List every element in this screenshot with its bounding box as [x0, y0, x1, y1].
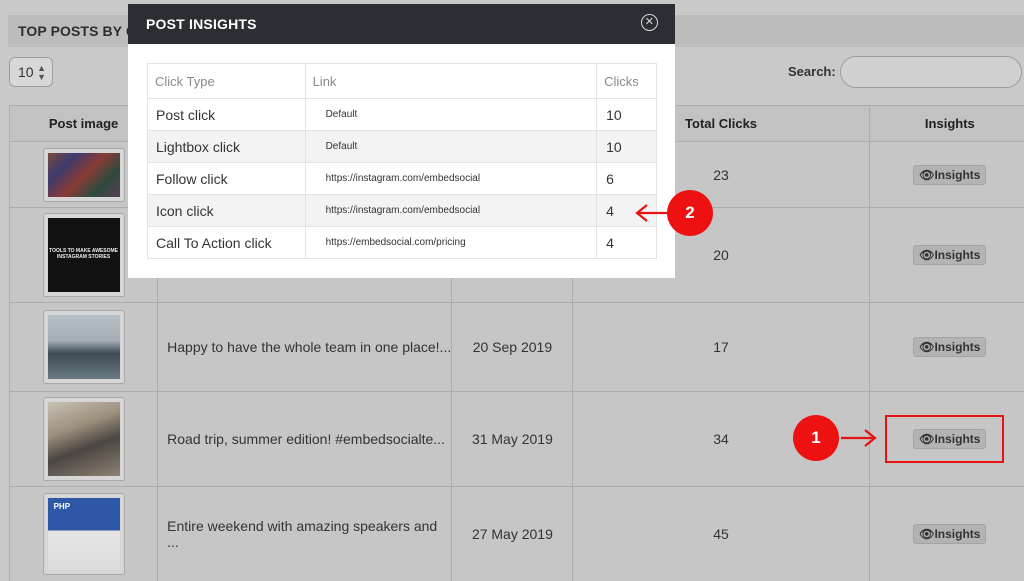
insights-button[interactable]: 👁Insights [913, 245, 987, 265]
insights-row: Post click Default 10 [147, 98, 657, 131]
post-date: 31 May 2019 [451, 391, 574, 487]
click-link: https://instagram.com/embedsocial [304, 194, 598, 227]
insights-button[interactable]: 👁Insights [913, 524, 987, 544]
post-image [47, 402, 120, 476]
click-link: https://instagram.com/embedsocial [304, 162, 598, 195]
post-image [47, 152, 120, 197]
step-2-badge: 2 [667, 190, 713, 236]
post-image-cell [8, 391, 159, 487]
eye-icon: 👁 [919, 167, 935, 182]
close-icon[interactable]: ✕ [641, 14, 658, 31]
post-caption: Road trip, summer edition! #embedsocialt… [157, 391, 453, 487]
click-type: Post click [147, 98, 306, 131]
step-1-badge: 1 [793, 415, 839, 461]
post-thumbnail[interactable]: PHP [42, 493, 125, 575]
post-total-clicks: 45 [572, 486, 870, 581]
insights-table: Click Type Link Clicks Post click Defaul… [147, 63, 657, 259]
post-image [47, 315, 120, 379]
header-click-type: Click Type [147, 63, 306, 99]
post-thumbnail[interactable] [42, 397, 125, 481]
eye-icon: 👁 [919, 527, 935, 541]
insights-button[interactable]: 👁Insights [913, 337, 987, 357]
header-insights: Insights [868, 105, 1024, 142]
click-count: 6 [596, 162, 657, 195]
search-label: Search: [788, 64, 836, 79]
modal-header: POST INSIGHTS ✕ [128, 4, 675, 44]
post-date: 27 May 2019 [451, 486, 574, 581]
click-link: Default [304, 98, 598, 131]
eye-icon: 👁 [919, 248, 935, 262]
click-type: Lightbox click [147, 130, 306, 163]
click-count: 10 [596, 98, 657, 131]
post-insights-modal: POST INSIGHTS ✕ Click Type Link Clicks P… [128, 4, 675, 278]
table-row: Happy to have the whole team in one plac… [8, 302, 1024, 392]
click-type: Follow click [147, 162, 306, 195]
post-image-cell [8, 302, 159, 392]
insights-row: Follow click https://instagram.com/embed… [147, 162, 657, 195]
insights-row: Icon click https://instagram.com/embedso… [147, 194, 657, 227]
click-link: Default [304, 130, 598, 163]
thumbnail-text: TOOLS TO MAKE AWESOME INSTAGRAM STORIES [49, 248, 118, 260]
post-thumbnail[interactable]: TOOLS TO MAKE AWESOME INSTAGRAM STORIES [42, 213, 125, 297]
click-link: https://embedsocial.com/pricing [304, 226, 598, 259]
search-input[interactable] [840, 56, 1022, 88]
insights-highlight-box [885, 415, 1004, 463]
table-row: PHP Entire weekend with amazing speakers… [8, 486, 1024, 581]
post-thumbnail[interactable] [42, 147, 125, 202]
post-image: PHP [47, 498, 120, 570]
post-total-clicks: 17 [572, 302, 870, 392]
post-image: TOOLS TO MAKE AWESOME INSTAGRAM STORIES [47, 218, 120, 292]
click-count: 10 [596, 130, 657, 163]
insights-row: Lightbox click Default 10 [147, 130, 657, 163]
thumbnail-text: PHP [53, 502, 71, 511]
insights-button[interactable]: 👁Insights [913, 164, 987, 185]
post-thumbnail[interactable] [42, 310, 125, 384]
page-size-select[interactable]: 10 ▲ ▼ [9, 57, 53, 87]
modal-title: POST INSIGHTS [146, 16, 257, 32]
click-type: Call To Action click [147, 226, 306, 259]
post-image-cell: PHP [8, 486, 159, 581]
step-1-arrow-icon [841, 429, 877, 447]
insights-row: Call To Action click https://embedsocial… [147, 226, 657, 259]
select-arrows-icon: ▲ ▼ [37, 63, 46, 82]
insights-header-row: Click Type Link Clicks [147, 63, 657, 99]
post-caption: Happy to have the whole team in one plac… [157, 302, 453, 392]
header-clicks: Clicks [596, 63, 657, 99]
eye-icon: 👁 [919, 340, 935, 354]
click-type: Icon click [147, 194, 306, 227]
header-link: Link [304, 63, 598, 99]
post-date: 20 Sep 2019 [451, 302, 574, 392]
click-count: 4 [596, 226, 657, 259]
post-caption: Entire weekend with amazing speakers and… [157, 486, 453, 581]
page-size-value: 10 [18, 64, 34, 80]
